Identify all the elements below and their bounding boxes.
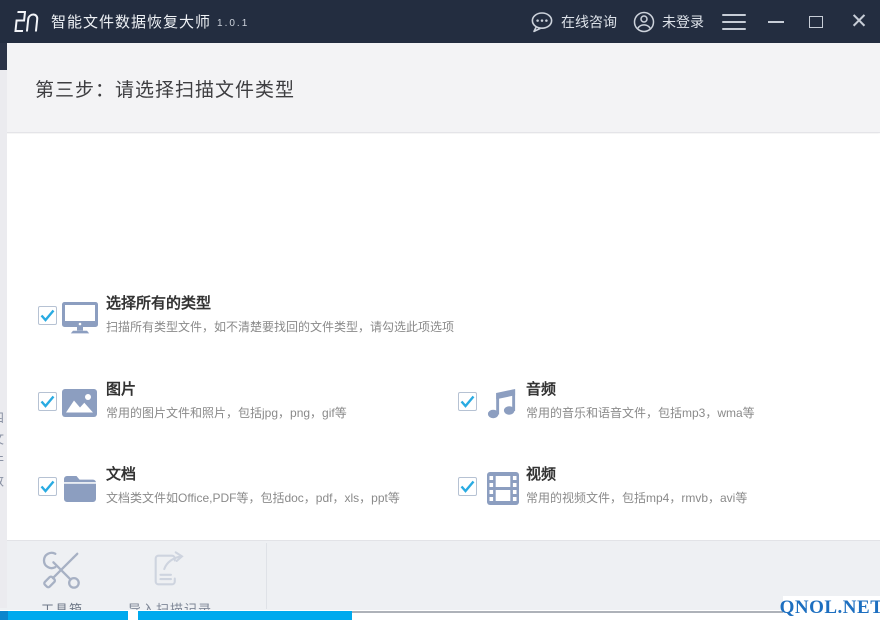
step-header: 第三步：请选择扫描文件类型	[0, 43, 880, 133]
import-record-icon	[148, 549, 192, 591]
image-title: 图片	[106, 382, 347, 397]
document-checkbox[interactable]	[38, 477, 57, 496]
document-desc: 文档类文件如Office,PDF等，包括doc，pdf，xls，ppt等	[106, 492, 400, 504]
maximize-button[interactable]	[806, 0, 826, 43]
watermark: QNOL.NET	[783, 596, 880, 620]
audio-checkbox[interactable]	[458, 392, 477, 411]
toolbox-icon	[40, 549, 84, 591]
background-window-dark-edge	[0, 43, 7, 70]
check-icon	[40, 480, 55, 493]
file-type-selection-panel: 选择所有的类型 扫描所有类型文件，如不清楚要找回的文件类型，请勾选此项选项 图片…	[0, 134, 880, 540]
background-window-text-fragment: 四文件数	[0, 411, 7, 495]
folder-icon	[62, 474, 98, 503]
user-icon	[633, 11, 655, 33]
image-desc: 常用的图片文件和照片，包括jpg，png，gif等	[106, 407, 347, 419]
background-strip-cyan-1	[8, 611, 128, 620]
app-version: 1.0.1	[217, 18, 249, 29]
audio-desc: 常用的音乐和语音文件，包括mp3，wma等	[526, 407, 755, 419]
title-bar: 智能文件数据恢复大师 1.0.1 在线咨询	[0, 0, 880, 43]
film-strip-icon	[487, 472, 519, 505]
background-strip-deep-blue	[0, 611, 8, 620]
monitor-icon	[61, 301, 99, 334]
toolbox-button[interactable]: 工具箱	[24, 549, 100, 618]
app-window: 智能文件数据恢复大师 1.0.1 在线咨询	[0, 0, 880, 620]
document-title: 文档	[106, 467, 400, 482]
select-all-desc: 扫描所有类型文件，如不清楚要找回的文件类型，请勾选此项选项	[106, 321, 454, 333]
background-strip-cyan-2	[138, 611, 352, 620]
step-title: 第三步：请选择扫描文件类型	[35, 75, 295, 102]
background-window-bottom	[0, 610, 880, 620]
menu-button[interactable]	[722, 14, 746, 30]
online-support-button[interactable]: 在线咨询	[530, 11, 617, 33]
chat-bubble-icon	[530, 11, 554, 33]
audio-title: 音频	[526, 382, 755, 397]
background-window-left-edge: 四文件数	[0, 43, 7, 608]
app-title: 智能文件数据恢复大师	[51, 11, 211, 32]
video-desc: 常用的视频文件，包括mp4，rmvb，avi等	[526, 492, 747, 504]
music-note-icon	[486, 385, 517, 419]
check-icon	[460, 480, 475, 493]
image-icon	[62, 389, 97, 417]
close-button[interactable]: ✕	[846, 0, 872, 43]
app-logo-icon	[12, 7, 42, 37]
video-checkbox[interactable]	[458, 477, 477, 496]
footer-bar: 工具箱 导入扫描记录 返回 扫描	[0, 540, 880, 610]
login-status-button[interactable]: 未登录	[633, 11, 704, 33]
video-title: 视频	[526, 467, 747, 482]
select-all-checkbox[interactable]	[38, 306, 57, 325]
import-scan-record-button[interactable]: 导入扫描记录	[118, 549, 222, 618]
check-icon	[40, 309, 55, 322]
minimize-button[interactable]	[766, 0, 786, 43]
check-icon	[460, 395, 475, 408]
check-icon	[40, 395, 55, 408]
login-status-label: 未登录	[662, 12, 704, 32]
image-checkbox[interactable]	[38, 392, 57, 411]
select-all-title: 选择所有的类型	[106, 296, 454, 311]
footer-divider	[266, 543, 267, 609]
online-support-label: 在线咨询	[561, 12, 617, 32]
